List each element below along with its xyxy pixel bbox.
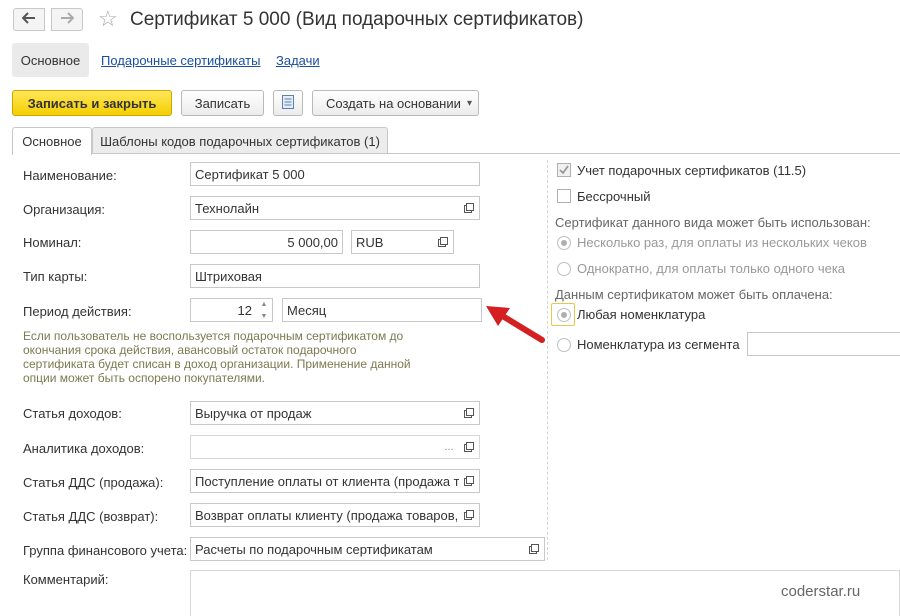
pay-segment-radio[interactable] (557, 338, 571, 352)
back-button[interactable] (13, 8, 45, 31)
accounting-label: Учет подарочных сертификатов (11.5) (577, 163, 807, 178)
chevron-down-icon: ▾ (466, 97, 472, 109)
pay-any-radio[interactable] (557, 308, 571, 322)
open-icon[interactable] (433, 231, 453, 253)
pay-title: Данным сертификатом может быть оплачена: (555, 287, 833, 302)
organization-field[interactable]: Технолайн (190, 196, 480, 220)
dds-return-label: Статья ДДС (возврат): (23, 509, 159, 524)
arrow-right-icon (60, 11, 75, 28)
tab-main[interactable]: Основное (12, 43, 89, 77)
period-stepper[interactable]: ▲ ▼ (257, 298, 271, 322)
open-icon[interactable] (459, 470, 479, 492)
card-type-field[interactable]: Штриховая (190, 264, 480, 288)
arrow-left-icon (21, 11, 36, 28)
spin-down-icon[interactable]: ▼ (257, 310, 271, 322)
period-hint: Если пользователь не воспользуется подар… (23, 329, 411, 385)
name-field[interactable]: Сертификат 5 000 (190, 162, 480, 186)
save-button[interactable]: Записать (181, 90, 264, 116)
inner-tab-code-templates[interactable]: Шаблоны кодов подарочных сертификатов (1… (92, 127, 388, 154)
dds-return-field[interactable]: Возврат оплаты клиенту (продажа товаров, (190, 503, 480, 527)
usage-multi-label: Несколько раз, для оплаты из нескольких … (577, 235, 867, 250)
document-icon (282, 94, 294, 112)
annotation-arrow-icon (486, 306, 545, 343)
name-label: Наименование: (23, 168, 117, 183)
nominal-label: Номинал: (23, 235, 82, 250)
nominal-field[interactable]: 5 000,00 (190, 230, 343, 254)
report-button[interactable] (273, 90, 303, 116)
open-icon[interactable] (459, 504, 479, 526)
income-analytics-field[interactable] (190, 435, 480, 459)
watermark: coderstar.ru (781, 583, 861, 600)
fin-group-label: Группа финансового учета: (23, 543, 188, 558)
forward-button[interactable] (51, 8, 83, 31)
accounting-checkbox[interactable] (557, 163, 571, 177)
open-icon[interactable] (459, 197, 479, 219)
period-unit-field[interactable]: Месяц (282, 298, 482, 322)
fin-group-field[interactable]: Расчеты по подарочным сертификатам (190, 537, 545, 561)
segment-field[interactable] (747, 332, 900, 356)
usage-multi-radio[interactable] (557, 236, 571, 250)
organization-label: Организация: (23, 202, 106, 217)
pay-any-label: Любая номенклатура (577, 307, 706, 322)
inner-tab-main[interactable]: Основное (12, 127, 92, 155)
checkmark-icon (559, 165, 569, 175)
usage-title: Сертификат данного вида может быть испол… (555, 215, 871, 230)
open-icon[interactable] (459, 436, 479, 458)
unlimited-checkbox[interactable] (557, 189, 571, 203)
comment-label: Комментарий: (23, 572, 109, 587)
tab-gift-certificates[interactable]: Подарочные сертификаты (101, 53, 260, 68)
create-based-on-button[interactable]: Создать на основании ▾ (312, 90, 479, 116)
pay-segment-label: Номенклатура из сегмента (577, 337, 740, 352)
spin-up-icon[interactable]: ▲ (257, 298, 271, 310)
star-icon[interactable]: ☆ (98, 6, 118, 32)
column-divider (547, 160, 548, 560)
usage-once-radio[interactable] (557, 262, 571, 276)
income-item-label: Статья доходов: (23, 406, 122, 421)
create-based-label: Создать на основании (326, 95, 461, 111)
income-item-field[interactable]: Выручка от продаж (190, 401, 480, 425)
open-icon[interactable] (524, 538, 544, 560)
dds-sale-field[interactable]: Поступление оплаты от клиента (продажа т… (190, 469, 480, 493)
income-analytics-label: Аналитика доходов: (23, 441, 145, 456)
open-icon[interactable] (459, 402, 479, 424)
save-and-close-button[interactable]: Записать и закрыть (12, 90, 172, 116)
card-type-label: Тип карты: (23, 269, 88, 284)
unlimited-label: Бессрочный (577, 189, 651, 204)
period-label: Период действия: (23, 304, 132, 319)
select-ellipsis-button[interactable]: ... (440, 436, 458, 458)
tab-divider (12, 153, 900, 154)
tab-tasks[interactable]: Задачи (276, 53, 320, 68)
usage-once-label: Однократно, для оплаты только одного чек… (577, 261, 846, 276)
page-title: Сертификат 5 000 (Вид подарочных сертифи… (130, 9, 584, 30)
dds-sale-label: Статья ДДС (продажа): (23, 475, 164, 490)
